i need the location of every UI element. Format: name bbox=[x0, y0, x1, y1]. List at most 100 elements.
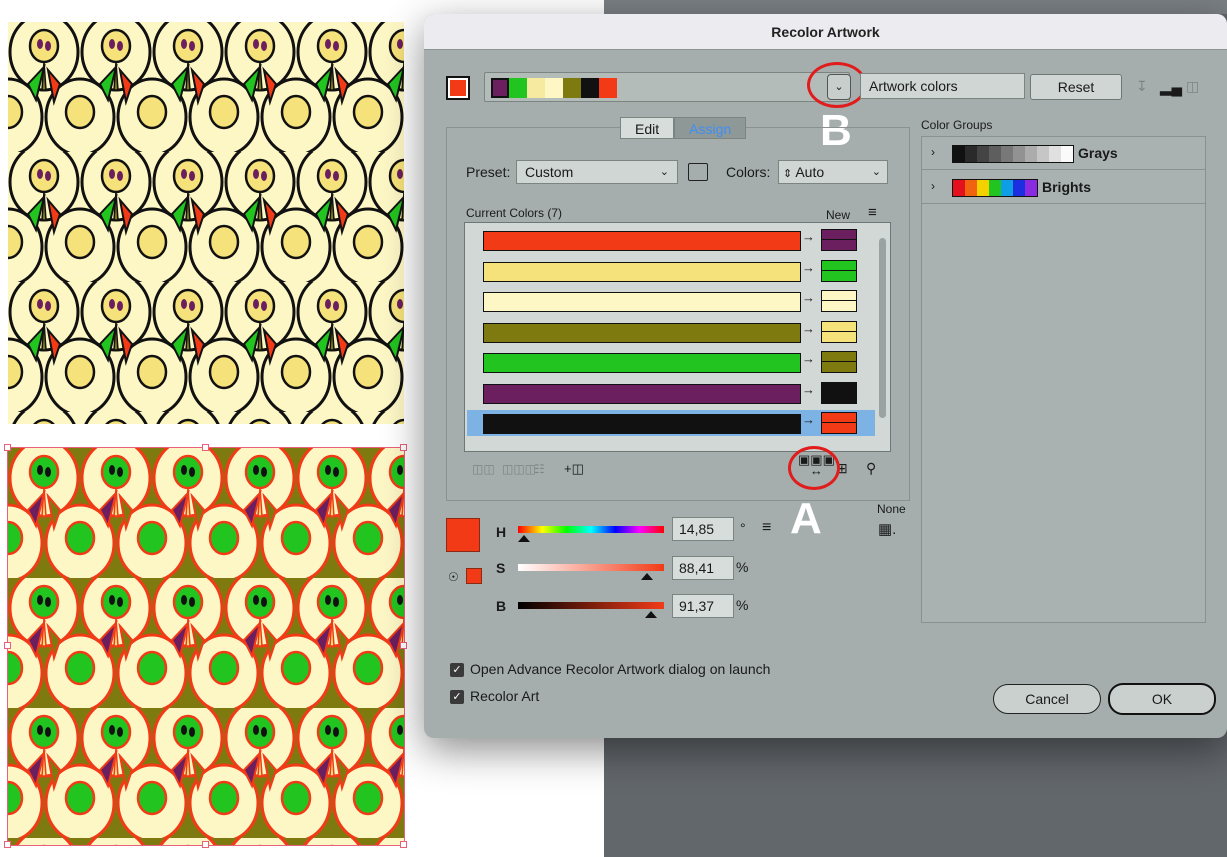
brightness-slider[interactable] bbox=[518, 602, 664, 609]
arrow-right-icon[interactable]: → bbox=[802, 290, 815, 305]
tab-edit[interactable]: Edit bbox=[620, 117, 675, 139]
color-row[interactable]: → bbox=[483, 380, 863, 406]
color-row[interactable]: → bbox=[483, 227, 863, 253]
selection-handle[interactable] bbox=[400, 841, 407, 848]
brightness-value-field[interactable]: 91,37 bbox=[672, 594, 734, 618]
harmony-color-swatch[interactable] bbox=[491, 78, 509, 98]
group-swatch[interactable] bbox=[965, 180, 977, 196]
harmony-color-swatch[interactable] bbox=[545, 78, 563, 98]
merge-colors-icon[interactable]: ◫◫ bbox=[472, 462, 495, 476]
chevron-right-icon[interactable]: › bbox=[931, 145, 935, 159]
exclude-colors-icon[interactable]: ☷ bbox=[534, 462, 545, 476]
preset-select[interactable]: Custom ⌄ bbox=[516, 160, 678, 184]
chevron-right-icon[interactable]: › bbox=[931, 179, 935, 193]
active-color-swatch[interactable] bbox=[446, 76, 470, 100]
new-color-swatch[interactable] bbox=[821, 259, 857, 282]
group-swatch[interactable] bbox=[977, 180, 989, 196]
harmony-color-strip[interactable] bbox=[484, 72, 850, 102]
group-swatch[interactable] bbox=[1013, 180, 1025, 196]
group-swatch[interactable] bbox=[953, 180, 965, 196]
trash-icon[interactable]: ◫ bbox=[1186, 78, 1199, 95]
selection-handle[interactable] bbox=[4, 642, 11, 649]
new-color-swatch[interactable] bbox=[821, 351, 857, 373]
color-row[interactable]: → bbox=[483, 258, 863, 284]
group-swatch[interactable] bbox=[1013, 146, 1025, 162]
tab-assign[interactable]: Assign bbox=[674, 117, 747, 139]
hue-value-field[interactable]: 14,85 bbox=[672, 517, 734, 541]
new-color-swatch[interactable] bbox=[821, 320, 857, 343]
new-row-icon[interactable]: +◫ bbox=[564, 461, 584, 477]
recolor-art-checkbox[interactable]: ✓ Recolor Art bbox=[450, 688, 539, 705]
arrow-right-icon[interactable]: → bbox=[802, 260, 815, 275]
saturation-slider-thumb[interactable] bbox=[641, 573, 654, 580]
open-advanced-dialog-checkbox[interactable]: ✓ Open Advance Recolor Artwork dialog on … bbox=[450, 661, 770, 678]
hue-slider-thumb[interactable] bbox=[517, 535, 530, 542]
arrow-right-icon[interactable]: → bbox=[802, 351, 815, 366]
group-swatch[interactable] bbox=[965, 146, 977, 162]
group-swatch[interactable] bbox=[989, 180, 1001, 196]
harmony-color-swatch[interactable] bbox=[509, 78, 527, 98]
harmony-color-swatch[interactable] bbox=[527, 78, 545, 98]
group-swatch[interactable] bbox=[1025, 180, 1037, 196]
current-color-bar[interactable] bbox=[483, 231, 801, 251]
color-row[interactable]: → bbox=[483, 319, 863, 345]
harmony-color-swatch[interactable] bbox=[599, 78, 617, 98]
group-swatch[interactable] bbox=[1001, 180, 1013, 196]
current-color-bar[interactable] bbox=[483, 261, 801, 282]
new-color-swatch[interactable] bbox=[821, 412, 857, 434]
colors-list-scrollbar[interactable] bbox=[876, 224, 889, 448]
color-row[interactable]: → bbox=[483, 349, 863, 375]
current-color-bar[interactable] bbox=[483, 414, 801, 434]
current-color-bar[interactable] bbox=[483, 322, 801, 343]
current-color-bar[interactable] bbox=[483, 383, 801, 404]
save-group-icon[interactable]: ↧ bbox=[1136, 78, 1148, 95]
find-colors-in-artwork-icon[interactable]: ⚲ bbox=[866, 460, 876, 477]
arrow-right-icon[interactable]: → bbox=[802, 229, 815, 244]
arrow-right-icon[interactable]: → bbox=[802, 382, 815, 397]
color-mode-icon[interactable]: ☉ bbox=[448, 570, 459, 584]
group-swatch[interactable] bbox=[1049, 146, 1061, 162]
reset-button[interactable]: Reset bbox=[1030, 74, 1122, 100]
stepper-icon[interactable]: ⇕ bbox=[783, 168, 792, 180]
group-swatch[interactable] bbox=[953, 146, 965, 162]
harmony-color-swatch[interactable] bbox=[563, 78, 581, 98]
color-row[interactable]: → bbox=[483, 288, 863, 314]
arrow-right-icon[interactable]: → bbox=[802, 321, 815, 336]
ok-button[interactable]: OK bbox=[1108, 683, 1216, 715]
group-swatch[interactable] bbox=[1061, 146, 1073, 162]
group-swatch[interactable] bbox=[1001, 146, 1013, 162]
current-color-preview[interactable] bbox=[446, 518, 480, 552]
harmony-color-swatch[interactable] bbox=[581, 78, 599, 98]
color-group-row[interactable]: › Brights bbox=[922, 171, 1205, 204]
colors-count-select[interactable]: ⇕ Auto ⌄ bbox=[778, 160, 888, 184]
menu-icon[interactable]: ≡ bbox=[868, 204, 877, 221]
group-swatch[interactable] bbox=[1025, 146, 1037, 162]
color-group-swatches[interactable] bbox=[952, 179, 1038, 197]
color-mode-menu-icon[interactable]: ≡ bbox=[762, 519, 771, 537]
separate-colors-icon[interactable]: ◫◫◫ bbox=[502, 462, 536, 476]
arrow-right-icon[interactable]: → bbox=[802, 412, 815, 427]
folder-icon[interactable]: ▂▄ bbox=[1160, 78, 1182, 96]
color-swatches-library-icon[interactable]: ▦. bbox=[878, 520, 896, 538]
cancel-button[interactable]: Cancel bbox=[993, 684, 1101, 714]
brightness-slider-thumb[interactable] bbox=[645, 611, 658, 618]
selection-handle[interactable] bbox=[400, 642, 407, 649]
selection-handle[interactable] bbox=[4, 444, 11, 451]
recolored-artwork[interactable] bbox=[7, 447, 405, 846]
current-color-bar[interactable] bbox=[483, 353, 801, 373]
saturation-value-field[interactable]: 88,41 bbox=[672, 556, 734, 580]
group-swatch[interactable] bbox=[977, 146, 989, 162]
color-group-swatches[interactable] bbox=[952, 145, 1074, 163]
selection-handle[interactable] bbox=[202, 841, 209, 848]
color-group-row[interactable]: › Grays bbox=[922, 137, 1205, 170]
color-reduction-options-icon[interactable] bbox=[688, 163, 708, 181]
group-swatch[interactable] bbox=[989, 146, 1001, 162]
color-row[interactable]: → bbox=[467, 410, 875, 436]
color-group-name-field[interactable]: Artwork colors bbox=[860, 73, 1025, 99]
group-swatch[interactable] bbox=[1037, 146, 1049, 162]
saturation-slider[interactable] bbox=[518, 564, 664, 571]
new-color-swatch[interactable] bbox=[821, 381, 857, 404]
out-of-gamut-swatch[interactable] bbox=[466, 568, 482, 584]
new-color-swatch[interactable] bbox=[821, 229, 857, 251]
selection-handle[interactable] bbox=[4, 841, 11, 848]
